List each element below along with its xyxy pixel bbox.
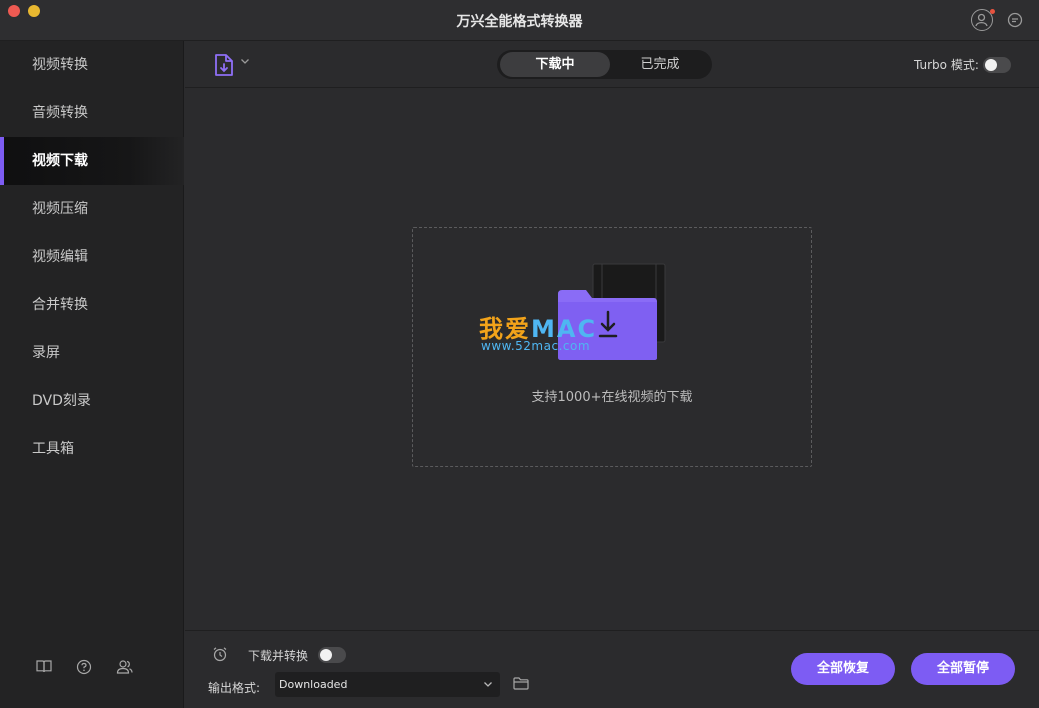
bottom-bar: 下载并转换 输出格式: Downloaded 全部恢复 全部暂停	[185, 630, 1039, 708]
sidebar-item-screen-record[interactable]: 录屏	[0, 329, 184, 377]
sidebar-item-video-compress[interactable]: 视频压缩	[0, 185, 184, 233]
toggle-knob	[320, 649, 332, 661]
chevron-down-icon[interactable]	[240, 58, 250, 65]
book-icon[interactable]	[36, 659, 52, 673]
user-icon	[975, 13, 988, 27]
sidebar-item-merge-convert[interactable]: 合并转换	[0, 281, 184, 329]
notification-dot	[990, 9, 995, 14]
users-icon[interactable]	[116, 659, 133, 675]
sidebar-item-video-download[interactable]: 视频下载	[0, 137, 184, 185]
sidebar-item-video-convert[interactable]: 视频转换	[0, 41, 184, 89]
turbo-mode-label: Turbo 模式:	[914, 58, 979, 72]
chevron-down-icon	[484, 682, 492, 687]
tab-finished[interactable]: 已完成	[610, 52, 710, 77]
output-format-value: Downloaded	[279, 678, 348, 691]
download-convert-label: 下载并转换	[248, 649, 309, 663]
download-convert-toggle[interactable]	[318, 647, 346, 663]
title-bar: 万兴全能格式转换器	[0, 0, 1039, 41]
schedule-alarm-icon[interactable]	[212, 646, 228, 662]
tab-downloading[interactable]: 下载中	[500, 52, 610, 77]
pause-all-button[interactable]: 全部暂停	[911, 653, 1015, 685]
turbo-mode-toggle[interactable]	[983, 57, 1011, 73]
output-format-label: 输出格式:	[208, 681, 261, 695]
toolbar: 下载中 已完成 Turbo 模式:	[185, 41, 1039, 88]
sidebar: 视频转换 音频转换 视频下载 视频压缩 视频编辑 合并转换 录屏 DVD刻录 工…	[0, 41, 184, 708]
download-status-tabs: 下载中 已完成	[497, 50, 712, 79]
toggle-knob	[985, 59, 997, 71]
feedback-chat-icon[interactable]	[1007, 12, 1023, 28]
drop-area-hint: 支持1000+在线视频的下载	[531, 390, 693, 405]
window-title: 万兴全能格式转换器	[456, 14, 583, 30]
download-drop-area[interactable]: 支持1000+在线视频的下载	[412, 227, 812, 467]
sidebar-item-toolbox[interactable]: 工具箱	[0, 425, 184, 473]
help-icon[interactable]	[76, 659, 92, 675]
output-format-select[interactable]: Downloaded	[275, 672, 500, 697]
main-panel: 下载中 已完成 Turbo 模式: 支持1000+在线视频的下载 我爱MAC w…	[185, 41, 1039, 708]
sidebar-item-dvd-burn[interactable]: DVD刻录	[0, 377, 184, 425]
sidebar-item-video-edit[interactable]: 视频编辑	[0, 233, 184, 281]
add-url-download-icon[interactable]	[214, 53, 234, 77]
watermark-url: www.52mac.com	[481, 339, 591, 353]
sidebar-item-audio-convert[interactable]: 音频转换	[0, 89, 184, 137]
resume-all-button[interactable]: 全部恢复	[791, 653, 895, 685]
open-folder-icon[interactable]	[513, 677, 529, 690]
